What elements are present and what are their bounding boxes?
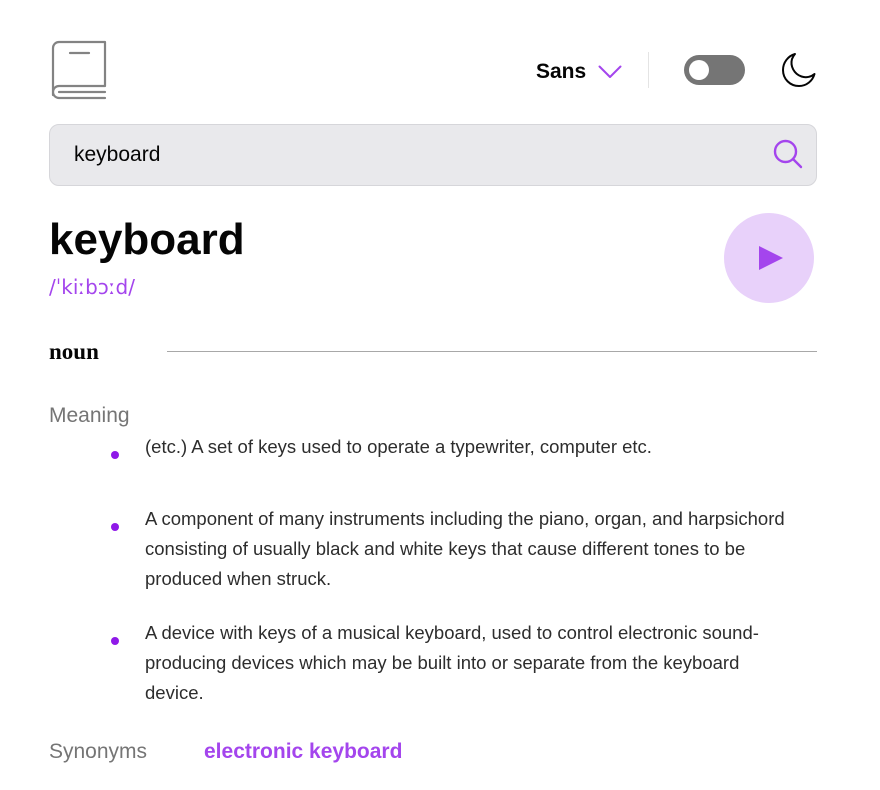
- header-divider: [648, 52, 649, 88]
- synonyms-heading: Synonyms: [49, 740, 148, 763]
- page-title: keyboard: [49, 215, 245, 264]
- bullet-dot: [111, 637, 119, 645]
- play-icon: [759, 246, 783, 270]
- phonetic-text: /ˈkiːbɔːd/: [49, 275, 135, 299]
- book-icon: [51, 40, 107, 100]
- font-selector-label: Sans: [536, 60, 587, 83]
- theme-toggle[interactable]: [684, 55, 745, 85]
- bullet-dot: [111, 523, 119, 531]
- bullet-dot: [111, 451, 119, 459]
- definition-item: A device with keys of a musical keyboard…: [145, 622, 759, 703]
- moon-icon[interactable]: [778, 51, 818, 91]
- search-bar: [49, 124, 817, 186]
- section-divider: [167, 351, 817, 352]
- play-audio-button[interactable]: [724, 213, 814, 303]
- synonym-link[interactable]: electronic keyboard: [204, 738, 402, 766]
- chevron-down-icon: [598, 65, 622, 78]
- part-of-speech: noun: [49, 339, 99, 364]
- meaning-heading: Meaning: [49, 404, 130, 427]
- definition-item: A component of many instruments includin…: [145, 508, 785, 589]
- search-input[interactable]: [74, 139, 754, 171]
- definition-item: (etc.) A set of keys used to operate a t…: [145, 436, 652, 457]
- toggle-knob: [689, 60, 709, 80]
- search-icon[interactable]: [772, 138, 804, 170]
- font-selector[interactable]: Sans: [536, 56, 622, 88]
